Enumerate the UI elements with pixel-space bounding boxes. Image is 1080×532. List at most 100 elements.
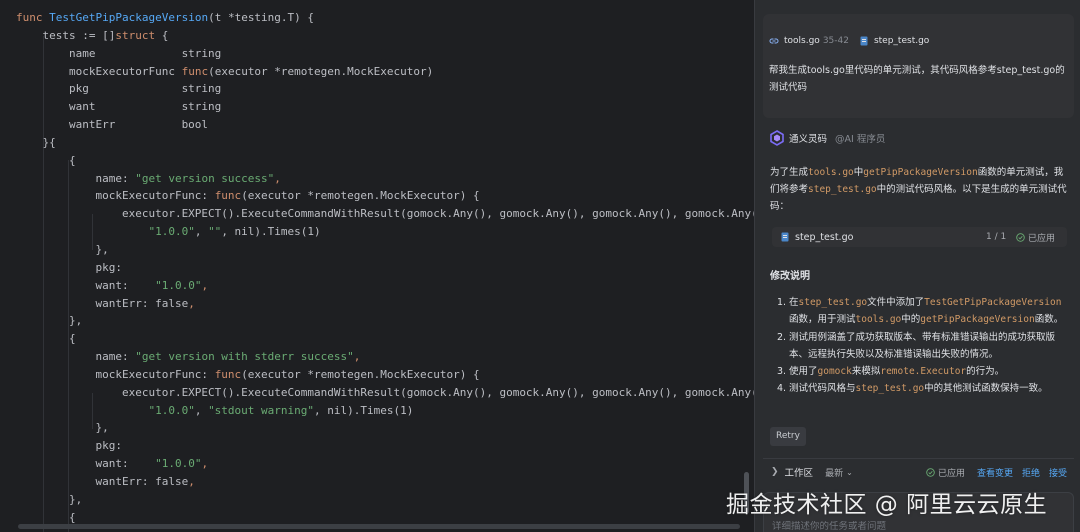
text-span: 中 [853,167,864,178]
workspace-bar: ❯ 工作区 最新 ⌄ 已应用 查看变更 拒绝 接受 [763,458,1074,485]
workspace-label[interactable]: 工作区 [785,465,814,479]
code-line[interactable]: wantErr: false, [16,295,754,313]
inline-code: step_test.go [798,297,868,308]
code-line[interactable]: { [16,330,754,348]
code-line[interactable]: "1.0.0", "", nil).Times(1) [16,223,754,241]
code-token: pkg: [16,439,122,453]
code-token: "1.0.0" [148,225,195,239]
view-changes-link[interactable]: 查看变更 [977,466,1013,479]
code-token: , [201,457,209,471]
inline-code: tools.go [855,314,902,326]
text-span: 测试代码风格与 [789,383,856,395]
code-lines[interactable]: func TestGetPipPackageVersion(t *testing… [16,9,754,526]
code-line[interactable]: mockExecutorFunc: func(executor *remoteg… [16,366,754,384]
code-line[interactable]: pkg: [16,259,754,277]
text-span: 函数。 [1034,314,1064,326]
code-token: , [201,278,209,292]
text-span: 为了生成 [770,167,809,178]
watermark: 掘金技术社区 @ 阿里云云原生 [726,492,1048,518]
chevron-down-icon[interactable]: ⌄ [846,468,853,477]
context-range: 35-42 [822,36,849,46]
generated-file-card[interactable]: step_test.go 1 / 1 已应用 [772,227,1067,247]
code-token: wantErr: false [16,474,189,488]
text-span: 文件中添加了 [867,297,925,308]
list-text: 测试代码风格与step_test.go中的其他测试函数保持一致。 [789,380,1069,397]
inline-code: remote.Executor [880,366,967,378]
code-line[interactable]: wantErr bool [16,116,754,134]
code-line[interactable]: "1.0.0", "stdout warning", nil).Times(1) [16,402,754,420]
list-number: 1. [777,297,787,308]
code-line[interactable]: wantErr: false, [16,473,754,491]
code-token: mockExecutorFunc: [16,189,215,203]
context-file-tools[interactable]: tools.go [784,36,820,46]
code-token: "" [208,225,222,239]
code-token: TestGetPipPackageVersion [49,11,209,24]
code-token: mockExecutorFunc [16,64,182,78]
list-item: 2. 测试用例涵盖了成功获取版本、带有标准错误输出的成功获取版本、远程执行失败以及… [777,329,1069,364]
code-token: "1.0.0" [155,457,202,471]
code-token: want string [16,100,222,114]
inline-code: getPipPackageVersion [920,314,1035,326]
list-text: 测试用例涵盖了成功获取版本、带有标准错误输出的成功获取版本、远程执行失败以及标准… [789,329,1069,364]
text-span: 函数，用于测试 [789,314,856,326]
code-token: , [353,350,361,364]
code-line[interactable]: mockExecutorFunc: func(executor *remoteg… [16,187,754,205]
file-icon [780,232,790,242]
code-line[interactable]: executor.EXPECT().ExecuteCommandWithResu… [16,205,754,223]
code-token: want: [16,278,156,292]
code-line[interactable]: }, [16,491,754,509]
code-token: (t *testing.T) { [208,11,315,24]
code-token: pkg string [16,82,222,96]
code-line[interactable]: }, [16,241,754,259]
code-line[interactable]: name: "get version with stderr success", [16,348,754,366]
code-line[interactable]: pkg string [16,80,754,98]
code-token: "get version success" [135,171,275,185]
text-span: 的行为。 [966,366,1005,378]
code-token: (executor *remotegen.MockExecutor) { [241,367,480,381]
retry-button[interactable]: Retry [770,427,806,446]
code-token: , [194,403,209,417]
code-token: name: [16,350,136,364]
accept-link[interactable]: 接受 [1049,466,1067,479]
context-file-step-test[interactable]: step_test.go [874,36,929,46]
code-line[interactable]: tests := []struct { [16,27,754,45]
code-line[interactable]: want string [16,98,754,116]
ai-chat-panel: tools.go 35-42 step_test.go 帮我生成tools.go… [755,0,1080,532]
text-span: 来模拟 [851,366,881,378]
code-line[interactable]: want: "1.0.0", [16,277,754,295]
latest-dropdown[interactable]: 最新 [825,466,843,479]
bot-header: 通义灵码 @AI 程序员 [769,130,885,146]
code-line[interactable]: executor.EXPECT().ExecuteCommandWithResu… [16,384,754,402]
code-token: { [16,510,76,524]
code-line[interactable]: }, [16,419,754,437]
code-token: }, [16,242,109,256]
code-token: mockExecutorFunc: [16,367,215,381]
code-line[interactable]: pkg: [16,437,754,455]
code-line[interactable]: name: "get version success", [16,170,754,188]
reject-link[interactable]: 拒绝 [1022,466,1040,479]
list-number: 3. [777,366,787,378]
code-token: , [188,296,195,310]
code-line[interactable]: func TestGetPipPackageVersion(t *testing… [16,9,754,27]
code-line[interactable]: want: "1.0.0", [16,455,754,473]
code-line[interactable]: }{ [16,134,754,152]
file-icon [859,36,869,46]
code-token: , [274,171,281,185]
user-message-text: 帮我生成tools.go里代码的单元测试，其代码风格参考step_test.go… [769,65,1065,93]
chat-input[interactable] [772,521,1062,532]
text-span: 测试用例涵盖了成功获取版本、带有标准错误输出的成功获取版本、远程执行失败以及标准… [789,331,1056,360]
link-icon [769,36,779,46]
code-line[interactable]: mockExecutorFunc func(executor *remotege… [16,63,754,81]
chevron-right-icon[interactable]: ❯ [771,467,779,477]
code-token: }, [16,314,83,328]
code-line[interactable]: { [16,152,754,170]
code-line[interactable]: }, [16,312,754,330]
code-token: { [16,332,76,346]
code-line[interactable]: name string [16,45,754,63]
code-editor[interactable]: func TestGetPipPackageVersion(t *testing… [0,0,754,532]
tongyi-logo-icon [769,130,785,146]
editor-horizontal-scrollbar[interactable] [18,524,740,529]
inline-code: getPipPackageVersion [863,167,978,178]
code-token: name: [16,171,136,185]
code-token: , [188,474,195,488]
